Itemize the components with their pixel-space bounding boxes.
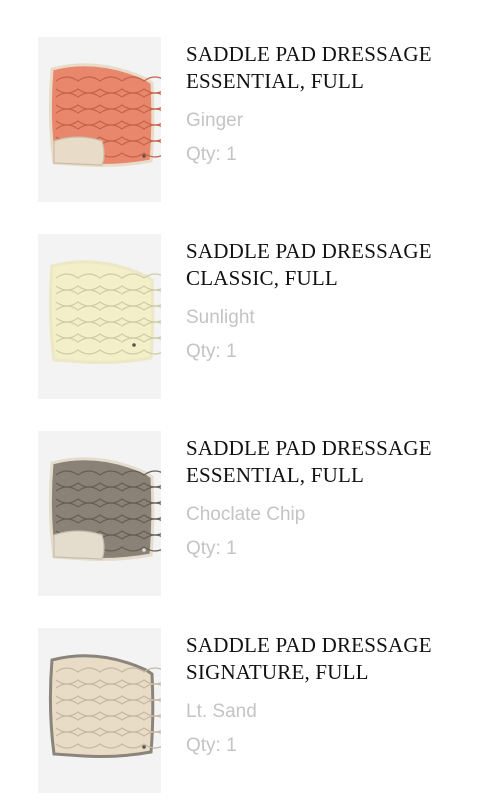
product-title[interactable]: SADDLE PAD DRESSAGE SIGNATURE, FULL xyxy=(186,632,486,686)
cart-item-list: SADDLE PAD DRESSAGE ESSENTIAL, FULL Ging… xyxy=(0,0,500,800)
product-quantity: Qty: 1 xyxy=(186,341,237,362)
product-title-line: ESSENTIAL, FULL xyxy=(186,463,364,487)
product-title[interactable]: SADDLE PAD DRESSAGE ESSENTIAL, FULL xyxy=(186,41,486,95)
product-title-line: ESSENTIAL, FULL xyxy=(186,69,364,93)
product-quantity: Qty: 1 xyxy=(186,735,237,756)
product-image[interactable] xyxy=(38,234,161,399)
saddle-pad-image xyxy=(48,654,161,758)
cart-item[interactable]: SADDLE PAD DRESSAGE CLASSIC, FULL Sunlig… xyxy=(0,234,500,399)
product-image[interactable] xyxy=(38,431,161,596)
product-color: Ginger xyxy=(186,110,244,131)
product-color: Lt. Sand xyxy=(186,701,257,722)
product-quantity: Qty: 1 xyxy=(186,144,237,165)
cart-item[interactable]: SADDLE PAD DRESSAGE ESSENTIAL, FULL Ging… xyxy=(0,37,500,202)
product-image[interactable] xyxy=(38,37,161,202)
product-quantity: Qty: 1 xyxy=(186,538,237,559)
product-title-line: SADDLE PAD DRESSAGE xyxy=(186,633,432,657)
product-image[interactable] xyxy=(38,628,161,793)
product-title[interactable]: SADDLE PAD DRESSAGE CLASSIC, FULL xyxy=(186,238,486,292)
product-title-line: SADDLE PAD DRESSAGE xyxy=(186,42,432,66)
cart-item[interactable]: SADDLE PAD DRESSAGE SIGNATURE, FULL Lt. … xyxy=(0,628,500,793)
saddle-pad-image xyxy=(48,63,161,167)
product-title[interactable]: SADDLE PAD DRESSAGE ESSENTIAL, FULL xyxy=(186,435,486,489)
saddle-pad-image xyxy=(48,457,161,561)
saddle-pad-image xyxy=(48,260,161,364)
product-color: Sunlight xyxy=(186,307,255,328)
product-color: Choclate Chip xyxy=(186,504,306,525)
product-title-line: SADDLE PAD DRESSAGE xyxy=(186,239,432,263)
product-title-line: CLASSIC, FULL xyxy=(186,266,338,290)
cart-item[interactable]: SADDLE PAD DRESSAGE ESSENTIAL, FULL Choc… xyxy=(0,431,500,596)
product-title-line: SIGNATURE, FULL xyxy=(186,660,369,684)
product-title-line: SADDLE PAD DRESSAGE xyxy=(186,436,432,460)
